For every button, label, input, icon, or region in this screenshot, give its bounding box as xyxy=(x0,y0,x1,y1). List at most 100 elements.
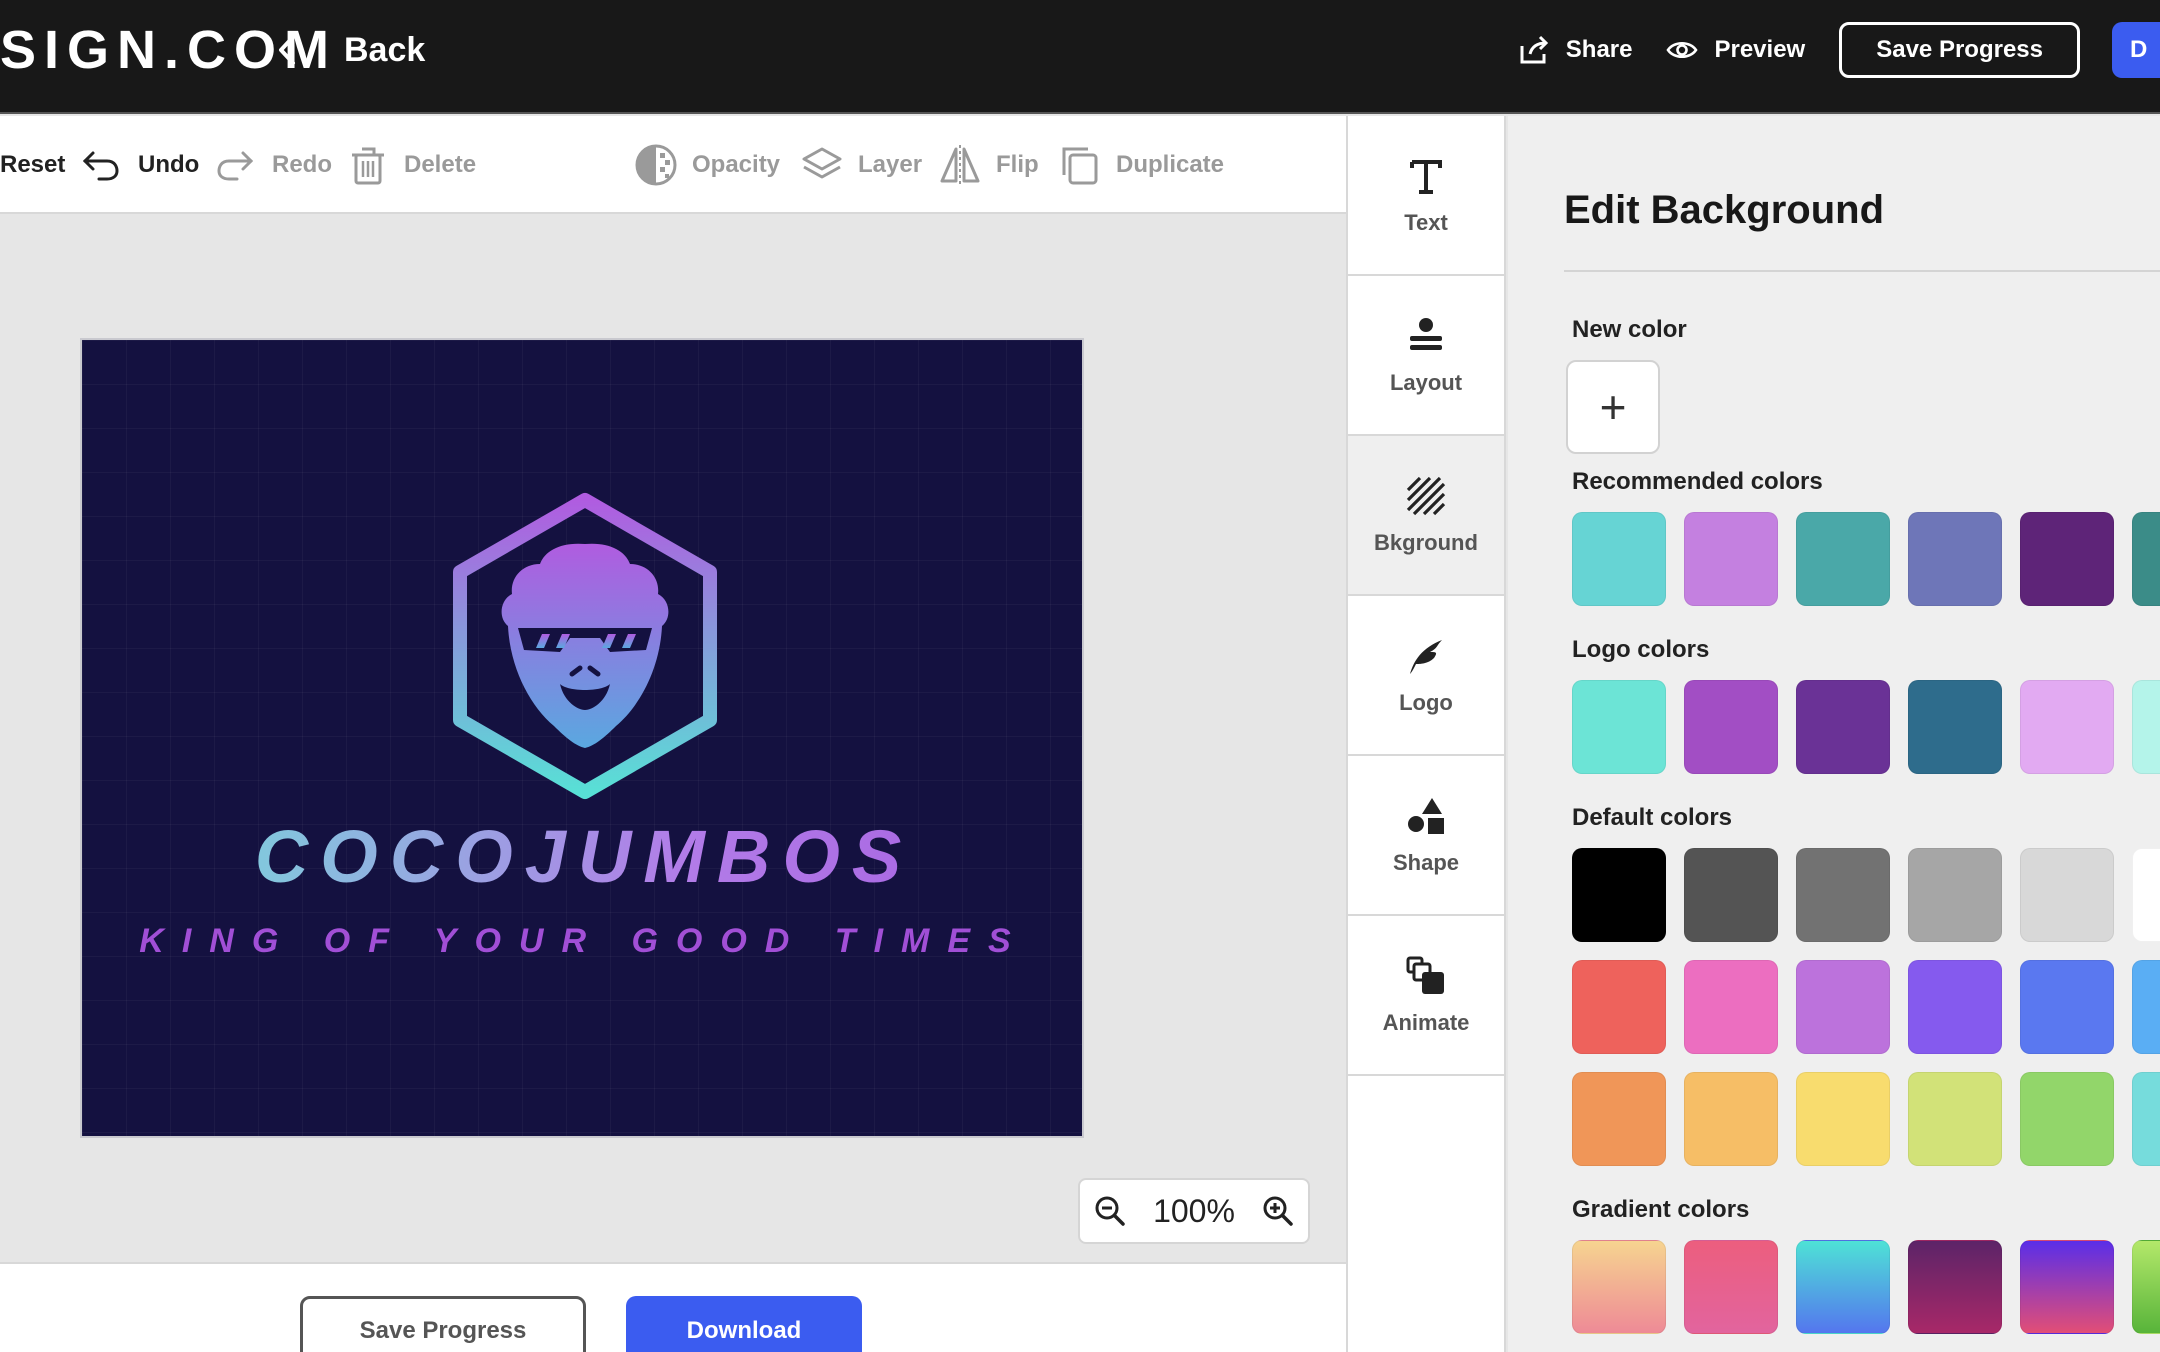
share-button[interactable]: Share xyxy=(1518,34,1633,66)
preview-button[interactable]: Preview xyxy=(1666,34,1805,66)
tab-layout[interactable]: Layout xyxy=(1348,276,1504,436)
panel-divider xyxy=(1564,270,2160,272)
color-swatch[interactable] xyxy=(2020,1072,2114,1166)
gradient-swatch[interactable] xyxy=(1796,1240,1890,1334)
redo-label: Redo xyxy=(272,151,332,178)
redo-arrow-icon xyxy=(217,151,254,181)
color-swatch[interactable] xyxy=(1572,848,1666,942)
reset-button[interactable]: Reset xyxy=(0,116,123,214)
tab-background[interactable]: Bkground xyxy=(1348,436,1504,596)
zoom-control: 100% xyxy=(1078,1178,1310,1244)
color-swatch[interactable] xyxy=(1684,680,1778,774)
editor-side-tabs: Text Layout Bkground Logo Shape Animate xyxy=(1346,116,1506,1352)
color-swatch[interactable] xyxy=(2020,848,2114,942)
opacity-icon xyxy=(635,144,677,186)
text-icon xyxy=(1410,160,1442,194)
color-swatch[interactable] xyxy=(1796,512,1890,606)
color-swatch[interactable] xyxy=(1684,1072,1778,1166)
back-button[interactable]: Back xyxy=(276,24,425,76)
duplicate-button[interactable]: Duplicate xyxy=(1058,116,1224,214)
recommended-swatches xyxy=(1572,512,2160,606)
download-button[interactable]: D xyxy=(2112,22,2160,78)
color-swatch[interactable] xyxy=(2132,848,2160,942)
tab-animate[interactable]: Animate xyxy=(1348,916,1504,1076)
color-swatch[interactable] xyxy=(1572,680,1666,774)
bottom-action-bar: Save Progress Download xyxy=(0,1262,1346,1352)
color-swatch[interactable] xyxy=(1796,960,1890,1054)
default-swatches-row-3 xyxy=(1572,1072,2160,1166)
top-bar: SIGN.COM Back Share Preview Save Progres… xyxy=(0,0,2160,114)
color-swatch[interactable] xyxy=(1796,848,1890,942)
color-swatch[interactable] xyxy=(1572,1072,1666,1166)
opacity-button[interactable]: Opacity xyxy=(634,116,780,214)
color-swatch[interactable] xyxy=(1908,848,2002,942)
undo-button[interactable]: Undo xyxy=(138,116,257,214)
flip-button[interactable]: Flip xyxy=(938,116,1039,214)
panel-title: Edit Background xyxy=(1564,188,1885,232)
color-swatch[interactable] xyxy=(1908,1072,2002,1166)
color-swatch[interactable] xyxy=(1908,680,2002,774)
bottom-save-progress-button[interactable]: Save Progress xyxy=(300,1296,586,1352)
color-swatch[interactable] xyxy=(1572,960,1666,1054)
new-color-label: New color xyxy=(1572,316,1687,343)
recommended-colors-label: Recommended colors xyxy=(1572,468,1823,495)
color-swatch[interactable] xyxy=(1572,512,1666,606)
edit-toolbar: Reset Undo Redo Delete Opacity Layer Fli… xyxy=(0,116,1346,214)
gradient-swatch[interactable] xyxy=(2132,1240,2160,1334)
opacity-label: Opacity xyxy=(692,151,781,178)
tab-layout-label: Layout xyxy=(1389,370,1463,395)
color-swatch[interactable] xyxy=(1684,848,1778,942)
edit-background-panel: Edit Background New color + Recommended … xyxy=(1508,116,2160,1352)
gorilla-emblem-icon[interactable] xyxy=(450,492,720,802)
color-swatch[interactable] xyxy=(2132,512,2160,606)
color-swatch[interactable] xyxy=(1908,960,2002,1054)
gradient-swatch[interactable] xyxy=(1684,1240,1778,1334)
zoom-out-icon[interactable] xyxy=(1094,1195,1126,1227)
color-swatch[interactable] xyxy=(2132,960,2160,1054)
reset-label: Reset xyxy=(0,151,66,178)
layout-icon xyxy=(1410,318,1442,350)
company-name-text[interactable]: COCOJUMBOS xyxy=(82,814,1082,899)
tab-logo-label: Logo xyxy=(1399,690,1453,715)
preview-label: Preview xyxy=(1714,36,1806,63)
chevron-left-icon xyxy=(279,35,295,65)
zoom-level: 100% xyxy=(1153,1192,1235,1229)
flip-label: Flip xyxy=(996,151,1039,178)
color-swatch[interactable] xyxy=(2020,512,2114,606)
color-swatch[interactable] xyxy=(1684,512,1778,606)
tab-logo[interactable]: Logo xyxy=(1348,596,1504,756)
tab-shape-label: Shape xyxy=(1392,850,1460,875)
add-new-color-button[interactable]: + xyxy=(1566,360,1660,454)
color-swatch[interactable] xyxy=(1796,680,1890,774)
color-swatch[interactable] xyxy=(2020,680,2114,774)
delete-button[interactable]: Delete xyxy=(404,116,476,214)
color-swatch[interactable] xyxy=(1796,1072,1890,1166)
save-progress-button[interactable]: Save Progress xyxy=(1839,22,2080,78)
gradient-swatch[interactable] xyxy=(1908,1240,2002,1334)
canvas-area: COCOJUMBOS KING OF YOUR GOOD TIMES 100% xyxy=(0,216,1346,1261)
flip-icon xyxy=(940,145,980,185)
color-swatch[interactable] xyxy=(2020,960,2114,1054)
tagline-text[interactable]: KING OF YOUR GOOD TIMES xyxy=(82,922,1082,961)
color-swatch[interactable] xyxy=(2132,680,2160,774)
shape-icon xyxy=(1408,798,1444,834)
default-swatches-row-2 xyxy=(1572,960,2160,1054)
gradient-swatch[interactable] xyxy=(1572,1240,1666,1334)
color-swatch[interactable] xyxy=(1684,960,1778,1054)
gradient-colors-label: Gradient colors xyxy=(1572,1196,1750,1223)
zoom-in-icon[interactable] xyxy=(1262,1195,1294,1227)
logo-artboard[interactable]: COCOJUMBOS KING OF YOUR GOOD TIMES xyxy=(80,338,1084,1138)
tab-shape[interactable]: Shape xyxy=(1348,756,1504,916)
share-label: Share xyxy=(1565,36,1633,63)
gradient-swatch[interactable] xyxy=(2020,1240,2114,1334)
layer-button[interactable]: Layer xyxy=(800,116,922,214)
color-swatch[interactable] xyxy=(1908,512,2002,606)
layers-icon xyxy=(802,147,842,179)
bottom-download-button[interactable]: Download xyxy=(626,1296,862,1352)
duplicate-label: Duplicate xyxy=(1116,151,1225,178)
share-icon xyxy=(1520,35,1548,64)
redo-button[interactable]: Redo xyxy=(272,116,390,214)
tab-text[interactable]: Text xyxy=(1348,116,1504,276)
logo-swatches xyxy=(1572,680,2160,774)
color-swatch[interactable] xyxy=(2132,1072,2160,1166)
